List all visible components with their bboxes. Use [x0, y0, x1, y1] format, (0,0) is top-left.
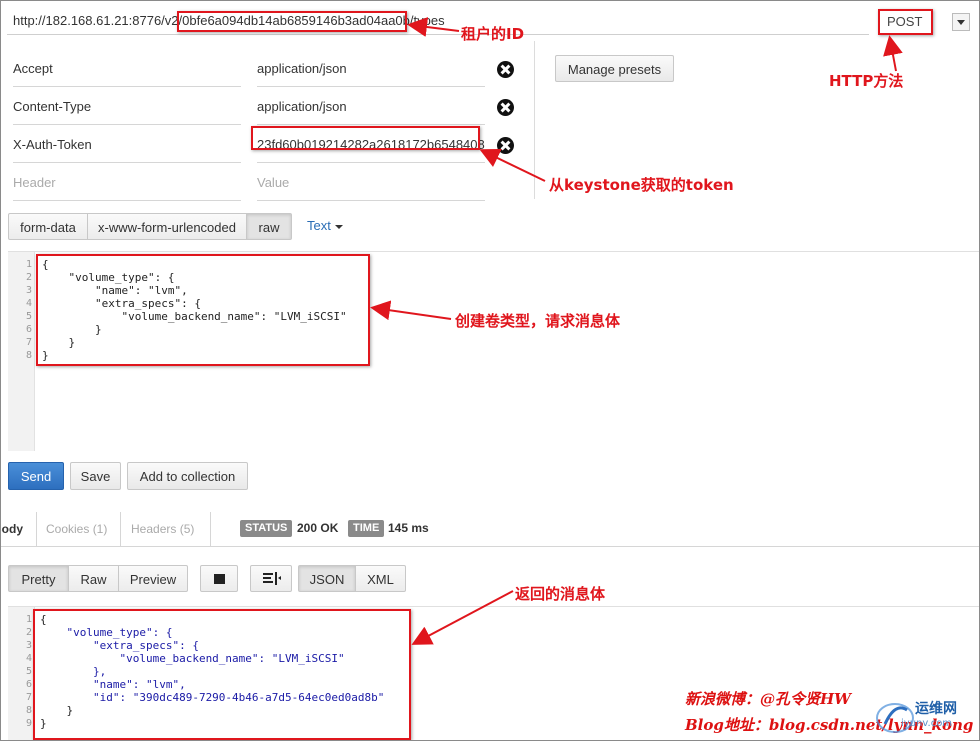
- tab-body[interactable]: Body: [1, 512, 37, 547]
- format-xml[interactable]: XML: [355, 565, 406, 592]
- tenant-id-highlight: [177, 11, 407, 32]
- header-value-accept[interactable]: application/json: [257, 49, 485, 87]
- response-body-highlight: [33, 609, 411, 740]
- site-logo-subtext: iyunv.com: [901, 718, 953, 729]
- line-number: 9: [25, 718, 32, 729]
- body-mode-form-data[interactable]: form-data: [8, 213, 88, 240]
- remove-header-content-type-icon[interactable]: [497, 99, 514, 116]
- header-key-x-auth-token[interactable]: X-Auth-Token: [13, 125, 241, 163]
- annotation-tenant-id: 租户的ID: [461, 25, 525, 43]
- remove-header-accept-icon[interactable]: [497, 61, 514, 78]
- line-number: 1: [25, 259, 32, 270]
- status-badge: STATUS: [240, 520, 293, 537]
- wrap-lines-icon: [263, 572, 281, 585]
- wrap-lines-button[interactable]: [250, 565, 292, 592]
- header-key-content-type[interactable]: Content-Type: [13, 87, 241, 125]
- line-number: 7: [25, 337, 32, 348]
- view-preview[interactable]: Preview: [118, 565, 188, 592]
- header-value-content-type[interactable]: application/json: [257, 87, 485, 125]
- line-number: 3: [25, 640, 32, 651]
- save-button[interactable]: Save: [70, 462, 121, 490]
- header-divider: [534, 41, 535, 199]
- line-number: 3: [25, 285, 32, 296]
- tab-underline: [1, 546, 979, 547]
- line-number: 6: [25, 324, 32, 335]
- caret-down-icon: [334, 224, 343, 229]
- method-highlight: [878, 9, 933, 35]
- weibo-watermark: 新浪微博：@孔令贤HW: [685, 690, 852, 708]
- annotation-response-body: 返回的消息体: [515, 585, 606, 603]
- view-raw[interactable]: Raw: [68, 565, 119, 592]
- tab-headers[interactable]: Headers (5): [131, 512, 211, 547]
- line-number: 6: [25, 679, 32, 690]
- header-key-accept[interactable]: Accept: [13, 49, 241, 87]
- format-json[interactable]: JSON: [298, 565, 356, 592]
- body-mode-urlencoded[interactable]: x-www-form-urlencoded: [87, 213, 247, 240]
- line-number: 7: [25, 692, 32, 703]
- annotation-token: 从keystone获取的token: [549, 176, 734, 194]
- view-pretty[interactable]: Pretty: [8, 565, 69, 592]
- body-type-dropdown[interactable]: Text: [307, 218, 343, 233]
- annotation-request-body: 创建卷类型，请求消息体: [455, 312, 621, 330]
- fullscreen-button[interactable]: [200, 565, 238, 592]
- time-badge: TIME: [348, 520, 385, 537]
- new-header-key-input[interactable]: Header: [13, 163, 241, 201]
- line-number: 2: [25, 627, 32, 638]
- line-number: 2: [25, 272, 32, 283]
- method-dropdown-icon[interactable]: [952, 13, 970, 31]
- postman-window: http://182.168.61.21:8776/v2/0bfe6a094db…: [0, 0, 980, 741]
- url-underline: [7, 34, 869, 35]
- status-value: 200 OK: [297, 521, 339, 535]
- send-button[interactable]: Send: [8, 462, 64, 490]
- line-number: 8: [25, 350, 32, 361]
- remove-header-x-auth-token-icon[interactable]: [497, 137, 514, 154]
- body-type-label: Text: [307, 218, 331, 233]
- line-number: 5: [25, 311, 32, 322]
- arrow-token: [479, 148, 546, 182]
- add-to-collection-button[interactable]: Add to collection: [127, 462, 248, 490]
- line-number: 4: [25, 653, 32, 664]
- time-value: 145 ms: [388, 521, 429, 535]
- site-logo-text: 运维网: [915, 700, 957, 716]
- line-number: 8: [25, 705, 32, 716]
- annotation-http-method: HTTP方法: [829, 72, 904, 90]
- request-body-highlight: [36, 254, 370, 366]
- line-number: 5: [25, 666, 32, 677]
- line-number: 1: [25, 614, 32, 625]
- line-number: 4: [25, 298, 32, 309]
- manage-presets-button[interactable]: Manage presets: [555, 55, 674, 82]
- body-mode-raw[interactable]: raw: [246, 213, 292, 240]
- fullscreen-icon: [214, 574, 225, 584]
- arrow-method: [883, 35, 903, 72]
- new-header-value-input[interactable]: Value: [257, 163, 485, 201]
- token-highlight: [251, 126, 480, 150]
- tab-cookies[interactable]: Cookies (1): [46, 512, 121, 547]
